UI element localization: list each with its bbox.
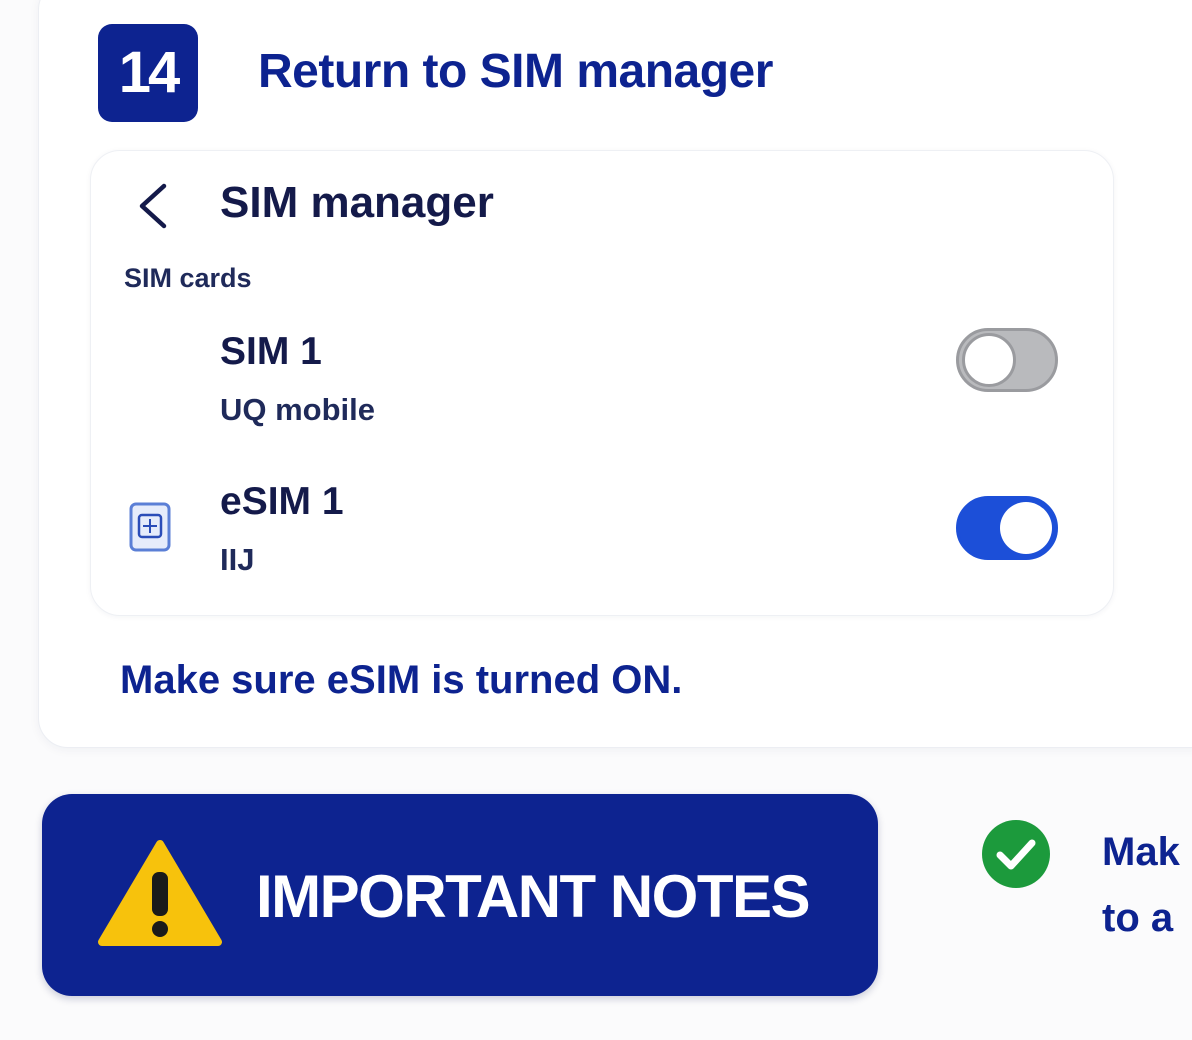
sim-1-carrier: UQ mobile bbox=[220, 392, 376, 427]
esim-chip-icon bbox=[129, 502, 171, 552]
side-note-line-2: to a bbox=[1102, 896, 1174, 940]
instruction-text: Make sure eSIM is turned ON. bbox=[120, 658, 683, 702]
step-title: Return to SIM manager bbox=[258, 45, 773, 98]
side-note-line-1: Mak bbox=[1102, 830, 1180, 874]
warning-icon bbox=[98, 840, 222, 946]
important-notes-label: IMPORTANT NOTES bbox=[256, 863, 811, 930]
esim-1-carrier: IIJ bbox=[220, 542, 255, 577]
sim-1-name: SIM 1 bbox=[220, 330, 322, 373]
back-arrow-icon[interactable] bbox=[132, 178, 176, 234]
sim-1-toggle[interactable] bbox=[956, 328, 1058, 392]
page: 14 Return to SIM manager SIM manager SIM… bbox=[0, 0, 1192, 1040]
step-number-badge: 14 bbox=[98, 24, 198, 122]
check-circle-icon bbox=[982, 820, 1050, 888]
toggle-knob bbox=[962, 333, 1016, 387]
screen-title: SIM manager bbox=[220, 178, 494, 227]
toggle-knob bbox=[1000, 502, 1052, 554]
esim-1-toggle[interactable] bbox=[956, 496, 1058, 560]
section-label-sim-cards: SIM cards bbox=[124, 263, 252, 293]
esim-1-name: eSIM 1 bbox=[220, 480, 344, 523]
